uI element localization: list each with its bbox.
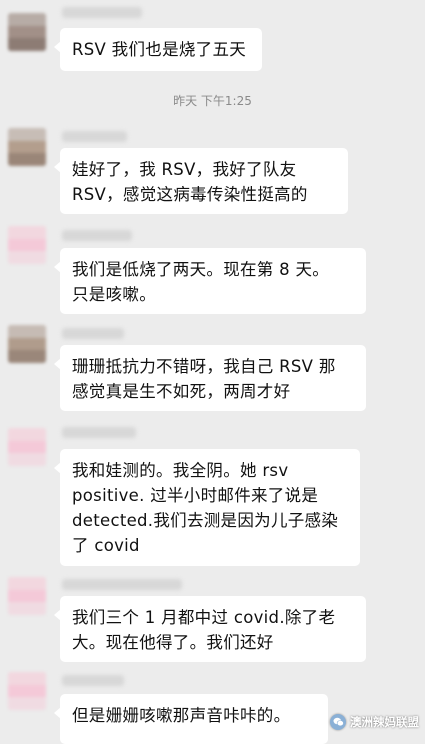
wechat-icon	[330, 714, 346, 730]
sender-name	[62, 230, 132, 241]
sender-name	[62, 7, 142, 18]
avatar[interactable]	[8, 672, 46, 710]
avatar-band	[8, 25, 46, 39]
avatar-band	[8, 153, 46, 166]
avatar-band	[8, 453, 46, 466]
avatar-band	[8, 226, 46, 239]
sender-name	[62, 328, 124, 339]
avatar-band	[8, 251, 46, 264]
avatar[interactable]	[8, 428, 46, 466]
message-bubble[interactable]: 我和娃测的。我全阴。她 rsv positive. 过半小时邮件来了说是 det…	[54, 449, 360, 566]
avatar-band	[8, 325, 46, 338]
avatar[interactable]	[8, 13, 46, 51]
avatar-band	[8, 697, 46, 710]
avatar-band	[8, 238, 46, 252]
sender-name	[62, 427, 136, 438]
message-bubble[interactable]: 珊珊抵抗力不错呀，我自己 RSV 那 感觉真是生不如死，两周才好	[54, 345, 366, 411]
sender-name	[62, 579, 182, 590]
message-bubble[interactable]: 我们是低烧了两天。现在第 8 天。 只是咳嗽。	[54, 248, 366, 314]
avatar-band	[8, 13, 46, 26]
avatar-band	[8, 684, 46, 698]
message-bubble[interactable]: 娃好了，我 RSV，我好了队友 RSV，感觉这病毒传染性挺高的	[54, 148, 348, 214]
watermark-text: 澳洲辣妈联盟	[350, 715, 419, 729]
avatar[interactable]	[8, 577, 46, 615]
avatar-band	[8, 128, 46, 141]
avatar-band	[8, 337, 46, 351]
avatar-band	[8, 350, 46, 363]
sender-name	[62, 675, 124, 686]
avatar[interactable]	[8, 325, 46, 363]
avatar-band	[8, 440, 46, 454]
avatar-band	[8, 672, 46, 685]
message-bubble[interactable]: RSV 我们也是烧了五天	[54, 28, 262, 71]
avatar-band	[8, 140, 46, 154]
avatar-band	[8, 602, 46, 615]
watermark: 澳洲辣妈联盟	[330, 712, 419, 732]
avatar-band	[8, 589, 46, 603]
message-bubble[interactable]: 但是姗姗咳嗽那声音咔咔的。	[54, 694, 328, 744]
avatar[interactable]	[8, 226, 46, 264]
avatar-band	[8, 577, 46, 590]
sender-name	[62, 131, 127, 142]
avatar-band	[8, 428, 46, 441]
message-bubble[interactable]: 我们三个 1 月都中过 covid.除了老 大。现在他得了。我们还好	[54, 596, 366, 662]
avatar-band	[8, 38, 46, 51]
avatar[interactable]	[8, 128, 46, 166]
timestamp: 昨天 下午1:25	[173, 94, 252, 108]
